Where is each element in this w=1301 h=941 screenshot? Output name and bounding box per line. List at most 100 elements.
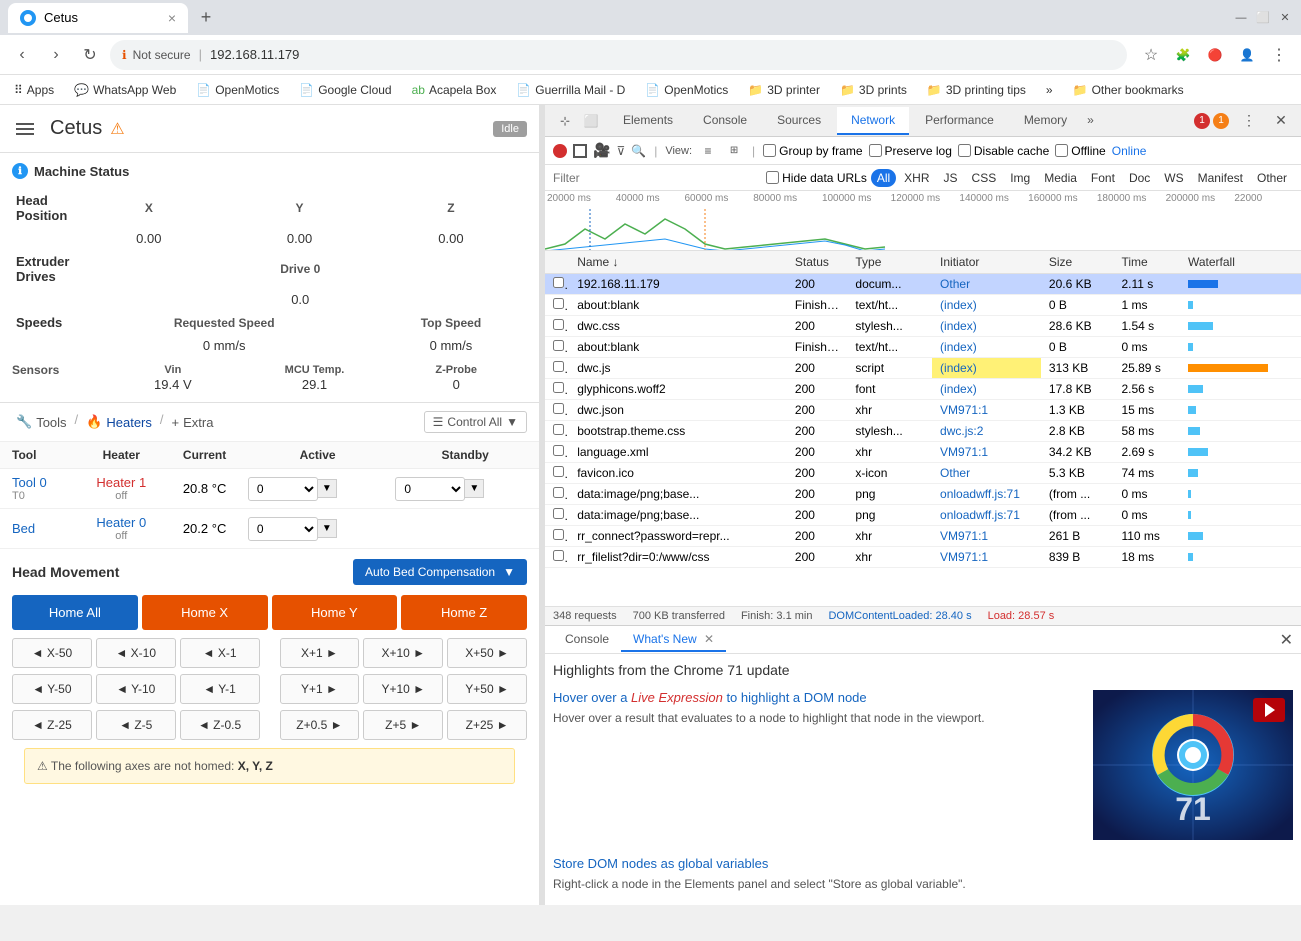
bookmark-apps[interactable]: ⠿ Apps bbox=[8, 81, 60, 99]
row-checkbox-7[interactable] bbox=[545, 421, 569, 442]
hide-data-urls-checkbox[interactable]: Hide data URLs bbox=[766, 171, 867, 185]
size-column-header[interactable]: Size bbox=[1041, 251, 1114, 274]
home-y-button[interactable]: Home Y bbox=[272, 595, 398, 630]
filter-tab-js[interactable]: JS bbox=[938, 169, 964, 187]
back-button[interactable]: ‹ bbox=[8, 41, 36, 69]
x-minus-50-button[interactable]: ◄ X-50 bbox=[12, 638, 92, 668]
minimize-button[interactable]: — bbox=[1233, 10, 1249, 26]
initiator-link-8[interactable]: VM971:1 bbox=[940, 445, 988, 459]
tab-console[interactable]: Console bbox=[689, 107, 761, 135]
bookmark-more[interactable]: » bbox=[1040, 81, 1059, 99]
initiator-link-1[interactable]: (index) bbox=[940, 298, 977, 312]
z-plus-25-button[interactable]: Z+25 ► bbox=[447, 710, 527, 740]
tab-network[interactable]: Network bbox=[837, 107, 909, 135]
row-checkbox-0[interactable] bbox=[545, 274, 569, 295]
tab-more[interactable]: » bbox=[1083, 107, 1098, 135]
y-minus-10-button[interactable]: ◄ Y-10 bbox=[96, 674, 176, 704]
y-plus-50-button[interactable]: Y+50 ► bbox=[447, 674, 527, 704]
x-minus-1-button[interactable]: ◄ X-1 bbox=[180, 638, 260, 668]
play-button[interactable] bbox=[1253, 698, 1285, 722]
row-checkbox-12[interactable] bbox=[545, 526, 569, 547]
url-bar[interactable]: ℹ Not secure | 192.168.11.179 bbox=[110, 40, 1127, 70]
active-0-cell[interactable]: 0 ▼ bbox=[244, 469, 392, 509]
control-all-button[interactable]: ☰ Control All ▼ bbox=[424, 411, 527, 433]
active-bed-dropdown[interactable]: ▼ bbox=[318, 519, 337, 538]
record-button[interactable] bbox=[553, 144, 567, 158]
table-row[interactable]: bootstrap.theme.css 200 stylesh... dwc.j… bbox=[545, 421, 1301, 442]
table-row[interactable]: about:blank Finished text/ht... (index) … bbox=[545, 337, 1301, 358]
row-initiator-10[interactable]: onloadwff.js:71 bbox=[932, 484, 1041, 505]
preserve-log-checkbox[interactable]: Preserve log bbox=[869, 144, 952, 158]
feature-title-2[interactable]: Store DOM nodes as global variables bbox=[553, 856, 1293, 871]
bookmark-3dtips[interactable]: 📁 3D printing tips bbox=[921, 81, 1032, 99]
initiator-link-6[interactable]: VM971:1 bbox=[940, 403, 988, 417]
filter-tab-ws[interactable]: WS bbox=[1158, 169, 1189, 187]
row-checkbox-2[interactable] bbox=[545, 316, 569, 337]
row-initiator-2[interactable]: (index) bbox=[932, 316, 1041, 337]
initiator-link-10[interactable]: onloadwff.js:71 bbox=[940, 487, 1020, 501]
hamburger-menu[interactable] bbox=[12, 119, 38, 139]
table-row[interactable]: about:blank Finished text/ht... (index) … bbox=[545, 295, 1301, 316]
row-initiator-8[interactable]: VM971:1 bbox=[932, 442, 1041, 463]
menu-button[interactable]: ⋮ bbox=[1265, 41, 1293, 69]
bed-link[interactable]: Bed bbox=[12, 521, 35, 536]
tab-sources[interactable]: Sources bbox=[763, 107, 835, 135]
maximize-button[interactable]: ⬜ bbox=[1255, 10, 1271, 26]
filter-icon[interactable]: ⊽ bbox=[616, 144, 625, 158]
z-plus-0-5-button[interactable]: Z+0.5 ► bbox=[280, 710, 360, 740]
bookmark-3dprints[interactable]: 📁 3D prints bbox=[834, 81, 913, 99]
filter-tab-all[interactable]: All bbox=[871, 169, 896, 187]
whats-new-tab[interactable]: What's New ✕ bbox=[621, 628, 726, 652]
table-row[interactable]: 192.168.11.179 200 docum... Other 20.6 K… bbox=[545, 274, 1301, 295]
bookmark-openmotics-1[interactable]: 📄 OpenMotics bbox=[190, 81, 285, 99]
standby-0-dropdown[interactable]: ▼ bbox=[465, 479, 484, 498]
filter-tab-img[interactable]: Img bbox=[1004, 169, 1036, 187]
table-row[interactable]: dwc.js 200 script (index) 313 KB 25.89 s bbox=[545, 358, 1301, 379]
devtools-close-icon[interactable]: ✕ bbox=[1269, 109, 1293, 133]
row-initiator-3[interactable]: (index) bbox=[932, 337, 1041, 358]
close-window-button[interactable]: ✕ bbox=[1277, 10, 1293, 26]
reload-button[interactable]: ↻ bbox=[76, 41, 104, 69]
row-checkbox-4[interactable] bbox=[545, 358, 569, 379]
standby-0-select[interactable]: 0 bbox=[395, 477, 465, 501]
y-plus-1-button[interactable]: Y+1 ► bbox=[280, 674, 360, 704]
row-initiator-12[interactable]: VM971:1 bbox=[932, 526, 1041, 547]
z-minus-0-5-button[interactable]: ◄ Z-0.5 bbox=[180, 710, 260, 740]
table-row[interactable]: data:image/png;base... 200 png onloadwff… bbox=[545, 505, 1301, 526]
active-bed-cell[interactable]: 0 ▼ bbox=[244, 509, 392, 549]
tab-elements[interactable]: Elements bbox=[609, 107, 687, 135]
list-view-icon[interactable]: ≡ bbox=[698, 141, 718, 161]
initiator-link-0[interactable]: Other bbox=[940, 277, 970, 291]
filter-tab-font[interactable]: Font bbox=[1085, 169, 1121, 187]
home-all-button[interactable]: Home All bbox=[12, 595, 138, 630]
bookmark-3dprinter[interactable]: 📁 3D printer bbox=[742, 81, 826, 99]
initiator-link-12[interactable]: VM971:1 bbox=[940, 529, 988, 543]
bookmark-whatsapp[interactable]: 💬 WhatsApp Web bbox=[68, 81, 182, 99]
network-filter-input[interactable] bbox=[553, 171, 762, 185]
waterfall-column-header[interactable]: Waterfall bbox=[1180, 251, 1301, 274]
status-column-header[interactable]: Status bbox=[787, 251, 848, 274]
heaters-tab[interactable]: 🔥 Heaters bbox=[82, 412, 156, 432]
row-initiator-0[interactable]: Other bbox=[932, 274, 1041, 295]
active-0-select[interactable]: 0 bbox=[248, 477, 318, 501]
row-initiator-6[interactable]: VM971:1 bbox=[932, 400, 1041, 421]
table-row[interactable]: dwc.json 200 xhr VM971:1 1.3 KB 15 ms bbox=[545, 400, 1301, 421]
x-plus-10-button[interactable]: X+10 ► bbox=[363, 638, 443, 668]
active-0-dropdown[interactable]: ▼ bbox=[318, 479, 337, 498]
table-row[interactable]: language.xml 200 xhr VM971:1 34.2 KB 2.6… bbox=[545, 442, 1301, 463]
filter-tab-manifest[interactable]: Manifest bbox=[1192, 169, 1249, 187]
row-checkbox-6[interactable] bbox=[545, 400, 569, 421]
row-initiator-13[interactable]: VM971:1 bbox=[932, 547, 1041, 568]
filter-tab-css[interactable]: CSS bbox=[966, 169, 1003, 187]
filter-tab-doc[interactable]: Doc bbox=[1123, 169, 1156, 187]
row-checkbox-13[interactable] bbox=[545, 547, 569, 568]
row-checkbox-10[interactable] bbox=[545, 484, 569, 505]
initiator-column-header[interactable]: Initiator bbox=[932, 251, 1041, 274]
bookmark-star[interactable]: ☆ bbox=[1137, 41, 1165, 69]
initiator-link-5[interactable]: (index) bbox=[940, 382, 977, 396]
table-row[interactable]: data:image/png;base... 200 png onloadwff… bbox=[545, 484, 1301, 505]
auto-bed-button[interactable]: Auto Bed Compensation ▼ bbox=[353, 559, 527, 585]
group-by-frame-checkbox[interactable]: Group by frame bbox=[763, 144, 862, 158]
extra-tab[interactable]: + Extra bbox=[168, 412, 218, 432]
initiator-link-2[interactable]: (index) bbox=[940, 319, 977, 333]
